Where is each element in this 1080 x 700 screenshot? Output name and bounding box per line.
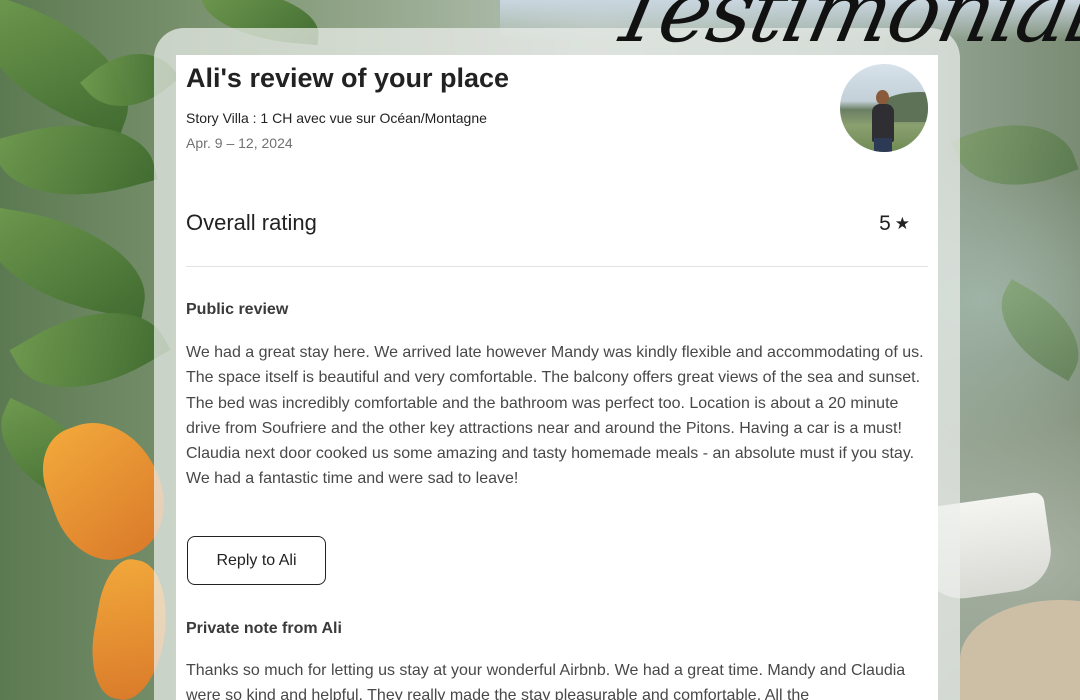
page-title: Ali's review of your place [186, 63, 510, 93]
overall-rating-value: 5 ★ [879, 212, 910, 236]
leaf [0, 205, 157, 320]
review-card: Ali's review of your place Story Villa :… [176, 55, 938, 700]
stay-dates: Apr. 9 – 12, 2024 [186, 135, 293, 151]
leaf [981, 279, 1080, 381]
listing-name: Story Villa : 1 CH avec vue sur Océan/Mo… [186, 110, 487, 126]
public-review-heading: Public review [186, 301, 289, 318]
star-icon: ★ [894, 214, 910, 233]
private-note-text: Thanks so much for letting us stay at yo… [186, 662, 906, 700]
sand [960, 600, 1080, 700]
overall-rating-number: 5 [879, 212, 891, 235]
overall-rating-label: Overall rating [186, 210, 317, 235]
reply-button[interactable]: Reply to Ali [187, 536, 326, 585]
avatar-person-body [872, 104, 894, 142]
public-review-text: We had a great stay here. We arrived lat… [186, 344, 924, 488]
avatar-person-legs [874, 138, 892, 152]
private-note-heading: Private note from Ali [186, 620, 342, 637]
avatar-person-head [876, 90, 889, 105]
testimonial-script-title: Testimonial [601, 0, 1080, 62]
avatar[interactable] [840, 64, 928, 152]
leaf [951, 103, 1079, 207]
divider [186, 266, 928, 267]
